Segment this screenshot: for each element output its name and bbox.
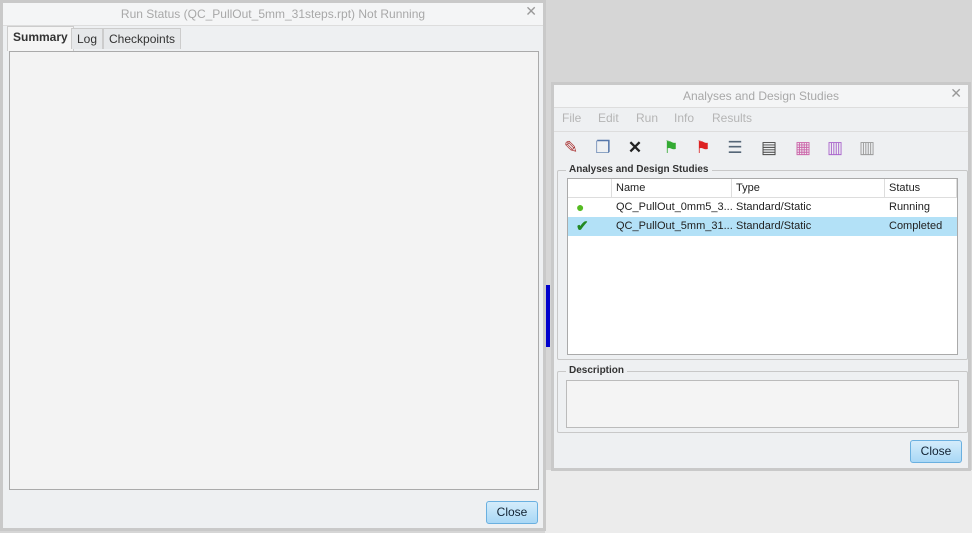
window-title: Analyses and Design Studies [554, 85, 968, 108]
group-label: Analyses and Design Studies [566, 164, 712, 175]
table-row[interactable]: ✔ QC_PullOut_5mm_31... Standard/Static C… [568, 217, 957, 236]
close-icon[interactable]: ✕ [950, 85, 962, 102]
pencil-icon[interactable]: ✎ [560, 137, 582, 159]
row-status: Running [889, 201, 930, 213]
description-group: Description [557, 365, 968, 433]
row-type: Standard/Static [736, 201, 812, 213]
compare-icon[interactable]: ▥ [824, 137, 846, 159]
row-type: Standard/Static [736, 220, 812, 232]
close-icon[interactable]: ✕ [525, 3, 537, 20]
menu-file[interactable]: File [562, 111, 581, 125]
row-status: Completed [889, 220, 943, 232]
col-icon [568, 179, 612, 198]
tab-log[interactable]: Log [71, 28, 104, 49]
row-name: QC_PullOut_0mm5_3... [616, 201, 732, 213]
analyses-table: Name Type Status ● QC_PullOut_0mm5_3... … [567, 178, 958, 355]
menu-results[interactable]: Results [712, 111, 752, 125]
close-button[interactable]: Close [910, 440, 962, 463]
description-label: Description [566, 365, 628, 376]
summary-panel [9, 51, 539, 490]
tab-checkpoints[interactable]: Checkpoints [103, 28, 182, 49]
splitter-bar[interactable] [546, 285, 550, 347]
check-icon: ✔ [576, 218, 589, 235]
col-status[interactable]: Status [885, 179, 957, 198]
green-flag-icon[interactable]: ⚑ [660, 137, 682, 159]
col-type[interactable]: Type [732, 179, 885, 198]
tab-summary[interactable]: Summary [7, 26, 74, 51]
table-row[interactable]: ● QC_PullOut_0mm5_3... Standard/Static R… [568, 198, 957, 217]
analyses-window: Analyses and Design Studies ✕ File Edit … [551, 82, 971, 471]
running-icon: ● [576, 199, 585, 215]
results-icon[interactable]: ▦ [792, 137, 814, 159]
run-status-window: Run Status (QC_PullOut_5mm_31steps.rpt) … [0, 0, 546, 531]
report-icon[interactable]: ▤ [758, 137, 780, 159]
copy-icon[interactable]: ❐ [592, 137, 614, 159]
menu-edit[interactable]: Edit [598, 111, 619, 125]
menu-info[interactable]: Info [674, 111, 694, 125]
menu-run[interactable]: Run [636, 111, 658, 125]
window-title: Run Status (QC_PullOut_5mm_31steps.rpt) … [3, 3, 543, 26]
description-field[interactable] [566, 380, 959, 428]
red-flag-icon[interactable]: ⚑ [692, 137, 714, 159]
delete-icon[interactable]: ✕ [624, 137, 646, 159]
checklist-icon[interactable]: ☰ [724, 137, 746, 159]
col-name[interactable]: Name [612, 179, 732, 198]
compare-gray-icon[interactable]: ▥ [856, 137, 878, 159]
row-name: QC_PullOut_5mm_31... [616, 220, 732, 232]
close-button[interactable]: Close [486, 501, 538, 524]
